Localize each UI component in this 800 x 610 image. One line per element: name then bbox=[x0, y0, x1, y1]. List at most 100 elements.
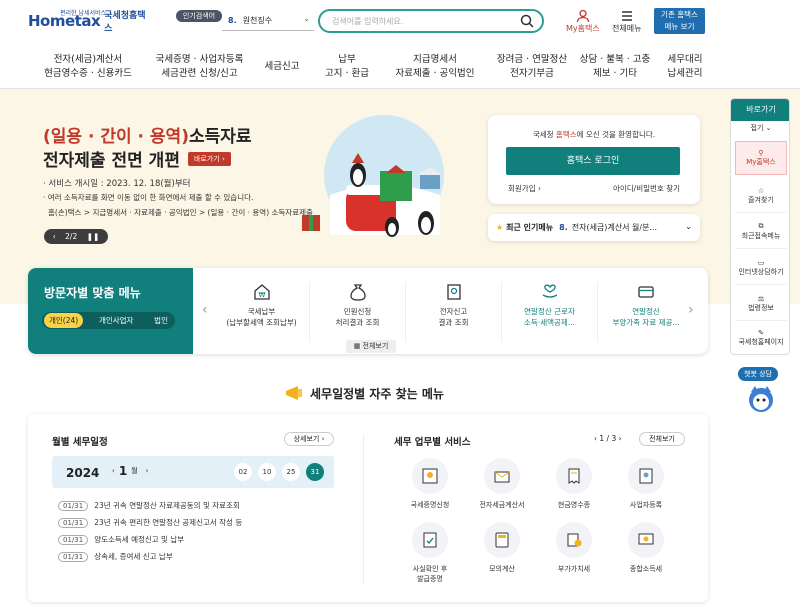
envelope-icon bbox=[484, 458, 520, 494]
chevron-down-icon: ⌄ bbox=[303, 14, 310, 23]
hamburger-icon bbox=[621, 11, 632, 21]
popular-search-badge: 인기검색어 bbox=[176, 10, 222, 22]
visitor-menu-header bbox=[28, 268, 193, 354]
all-menu-button[interactable]: 전체메뉴 bbox=[612, 9, 641, 34]
calendar-day-selected[interactable]: 31 bbox=[306, 463, 324, 481]
calendar-day[interactable]: 25 bbox=[282, 463, 300, 481]
myhometax-button[interactable]: My홈택스 bbox=[566, 9, 600, 34]
search-icon[interactable] bbox=[520, 14, 534, 28]
tab-individual[interactable]: 개인(24) bbox=[44, 313, 84, 328]
banner-shortcut-button[interactable]: 바로가기 › bbox=[187, 151, 231, 166]
nav-item-tax-report[interactable]: 세금신고 bbox=[251, 50, 313, 84]
quick-link-myhometax[interactable]: ⚲ My홈택스 bbox=[735, 141, 787, 175]
banner-date: · 서비스 개시일 : 2023. 12. 18(월)부터 bbox=[43, 179, 191, 189]
calendar-day[interactable]: 10 bbox=[258, 463, 276, 481]
prev-arrow-icon[interactable]: ‹ bbox=[53, 232, 56, 241]
fold-button[interactable]: 접기 ⌄ bbox=[731, 123, 789, 139]
quick-link-favorites[interactable]: ☆ 즐겨찾기 bbox=[735, 179, 787, 213]
classic-line2: 메뉴 보기 bbox=[664, 22, 695, 31]
receipt-icon bbox=[556, 458, 592, 494]
banner-title2: 전자제출 전면 개편 bbox=[43, 151, 180, 171]
schedule-event[interactable]: 01/31 상속세, 증여세 신고 납부 bbox=[58, 551, 173, 562]
nav-item-certificate[interactable]: 국세증명 · 사업자등록 세금관련 신청/신고 bbox=[148, 50, 251, 84]
service-business-registration[interactable]: 사업자등록 bbox=[610, 458, 682, 510]
next-month-icon[interactable]: › bbox=[146, 467, 149, 475]
chatbot-button[interactable]: 챗봇 상담 bbox=[738, 367, 778, 381]
service-certificate[interactable]: 국세증명신청 bbox=[394, 458, 466, 510]
myhometax-label: My홈택스 bbox=[566, 24, 600, 33]
pause-icon[interactable]: ❚❚ bbox=[87, 232, 100, 241]
service-allview-button[interactable]: 전체보기 bbox=[639, 432, 685, 446]
schedule-detail-button[interactable]: 상세보기 › bbox=[284, 432, 334, 446]
quick-link-consult[interactable]: ▭ 인터넷상담하기 bbox=[735, 251, 787, 285]
nav-item-einvoice[interactable]: 전자(세금)계산서 현금영수증 · 신용카드 bbox=[28, 50, 148, 84]
visitor-menu-title: 방문자별 맞춤 메뉴 bbox=[44, 286, 141, 300]
login-button[interactable]: 홈택스 로그인 bbox=[506, 147, 680, 175]
nav-item-consult[interactable]: 상담 · 불복 · 고충 제보 · 기타 bbox=[575, 50, 655, 84]
gavel-icon: ⚖ bbox=[757, 294, 765, 303]
card-divider bbox=[363, 434, 364, 584]
signup-link[interactable]: 회원가입 › bbox=[508, 183, 541, 194]
schedule-event[interactable]: 01/31 양도소득세 예정신고 및 납부 bbox=[58, 534, 184, 545]
recent-value: 전자(세금)계산서 월/분... bbox=[571, 223, 658, 232]
calendar-bar: 2024 ‹ 1 월 › 02 10 25 31 bbox=[52, 456, 334, 488]
user-icon: ⚲ bbox=[758, 149, 764, 157]
banner-title: (일용 · 간이 · 용역)소득자료 bbox=[43, 122, 252, 147]
nav-item-payment[interactable]: 납부 고지 · 환급 bbox=[313, 50, 381, 84]
recent-popular-menu[interactable]: ★ 최근 인기메뉴 8. 전자(세금)계산서 월/분... ⌄ bbox=[488, 214, 700, 241]
card-icon bbox=[638, 286, 654, 298]
search-placeholder: 검색어를 입력하세요. bbox=[332, 16, 404, 26]
welcome-text: 국세청 홈택스에 오신 것을 환영합니다. bbox=[532, 130, 656, 139]
popular-search-select[interactable]: 8. 원천징수 ⌄ bbox=[222, 11, 314, 31]
banner-pager[interactable]: ‹ 2/2 ❚❚ bbox=[44, 229, 108, 244]
visitor-item-year-end-family[interactable]: 연말정산 부양가족 자료 제공... bbox=[598, 282, 694, 342]
certificate-icon bbox=[412, 458, 448, 494]
banner-title-rest: 소득자료 bbox=[188, 127, 252, 147]
find-id-password-link[interactable]: 아이디/비밀번호 찾기 bbox=[613, 183, 680, 194]
nav-item-agent[interactable]: 세무대리 납세관리 bbox=[655, 50, 715, 84]
chatbot-mascot-icon[interactable] bbox=[746, 384, 776, 414]
svg-text:₩: ₩ bbox=[258, 291, 265, 299]
prev-arrow-icon[interactable]: ‹ bbox=[202, 302, 208, 318]
nav-item-statement[interactable]: 지급명세서 자료제출 · 공익법인 bbox=[381, 50, 489, 84]
visitor-item-tax-payment[interactable]: ₩ 국세납부 (납부할세액 조회납부) bbox=[214, 282, 310, 342]
christmas-illustration bbox=[302, 115, 444, 237]
service-simulation[interactable]: 모의계산 bbox=[466, 522, 538, 574]
service-e-tax-invoice[interactable]: 전자세금계산서 bbox=[466, 458, 538, 510]
document-icon bbox=[446, 284, 461, 300]
money-bag-icon bbox=[349, 284, 366, 301]
prev-month-icon[interactable]: ‹ bbox=[112, 467, 115, 475]
quick-link-law[interactable]: ⚖ 법령정보 bbox=[735, 287, 787, 321]
visitor-item-year-end-worker[interactable]: 연말정산 근로자 소득·세액공제... bbox=[502, 282, 598, 342]
schedule-event[interactable]: 01/31 23년 귀속 편리한 연말정산 공제신고서 작성 등 bbox=[58, 517, 242, 528]
tab-sole-proprietor[interactable]: 개인사업자 bbox=[94, 313, 139, 328]
star-icon: ★ bbox=[496, 223, 504, 232]
service-cash-receipt[interactable]: 현금영수증 bbox=[538, 458, 610, 510]
quick-link-nts-homepage[interactable]: ✎ 국세청홈페이지 bbox=[735, 321, 787, 354]
calculator-icon bbox=[484, 522, 520, 558]
banner-path: 홈(손)택스 > 지급명세서 · 자료제출 · 공익법인 > (일용 · 간이 … bbox=[48, 208, 313, 217]
quick-link-recent[interactable]: ⧉ 최근접속메뉴 bbox=[735, 215, 787, 249]
visitor-item-civil-request[interactable]: 민원신청 처리결과 조회 bbox=[310, 282, 406, 342]
service-vat[interactable]: 부가가치세 bbox=[538, 522, 610, 574]
popular-search-value: 원천징수 bbox=[242, 16, 273, 25]
next-arrow-icon[interactable]: › bbox=[616, 434, 622, 443]
calendar-month-selector: ‹ 1 월 › bbox=[108, 464, 152, 478]
nav-item-incentive[interactable]: 장려금 · 연말정산 전자기부금 bbox=[489, 50, 575, 84]
visitor-allview-button[interactable]: ▦ 전체보기 bbox=[346, 340, 396, 353]
user-icon bbox=[576, 9, 590, 23]
chevron-down-icon: ⌄ bbox=[685, 222, 692, 231]
visitor-tabs: 개인(24) 개인사업자 법인 bbox=[42, 312, 175, 329]
calendar-year: 2024 bbox=[66, 466, 100, 480]
visitor-item-e-filing[interactable]: 전자신고 결과 조회 bbox=[406, 282, 502, 342]
service-title: 세무 업무별 서비스 bbox=[394, 437, 471, 448]
calendar-day[interactable]: 02 bbox=[234, 463, 252, 481]
search-input[interactable]: 검색어를 입력하세요. bbox=[318, 9, 544, 33]
tab-corporation[interactable]: 법인 bbox=[149, 313, 173, 328]
monitor-icon: ▭ bbox=[757, 258, 765, 267]
schedule-event[interactable]: 01/31 23년 귀속 연말정산 자료제공동의 및 자료조회 bbox=[58, 500, 240, 511]
classic-menu-button[interactable]: 기존 홈택스 메뉴 보기 bbox=[654, 8, 705, 34]
service-fact-confirmation[interactable]: 사실확인 후 발급증명 bbox=[394, 522, 466, 584]
hometax-logo[interactable]: 편리한 납세서비스 Hometax 국세청홈택스 bbox=[28, 9, 148, 34]
service-income-tax[interactable]: 종합소득세 bbox=[610, 522, 682, 574]
